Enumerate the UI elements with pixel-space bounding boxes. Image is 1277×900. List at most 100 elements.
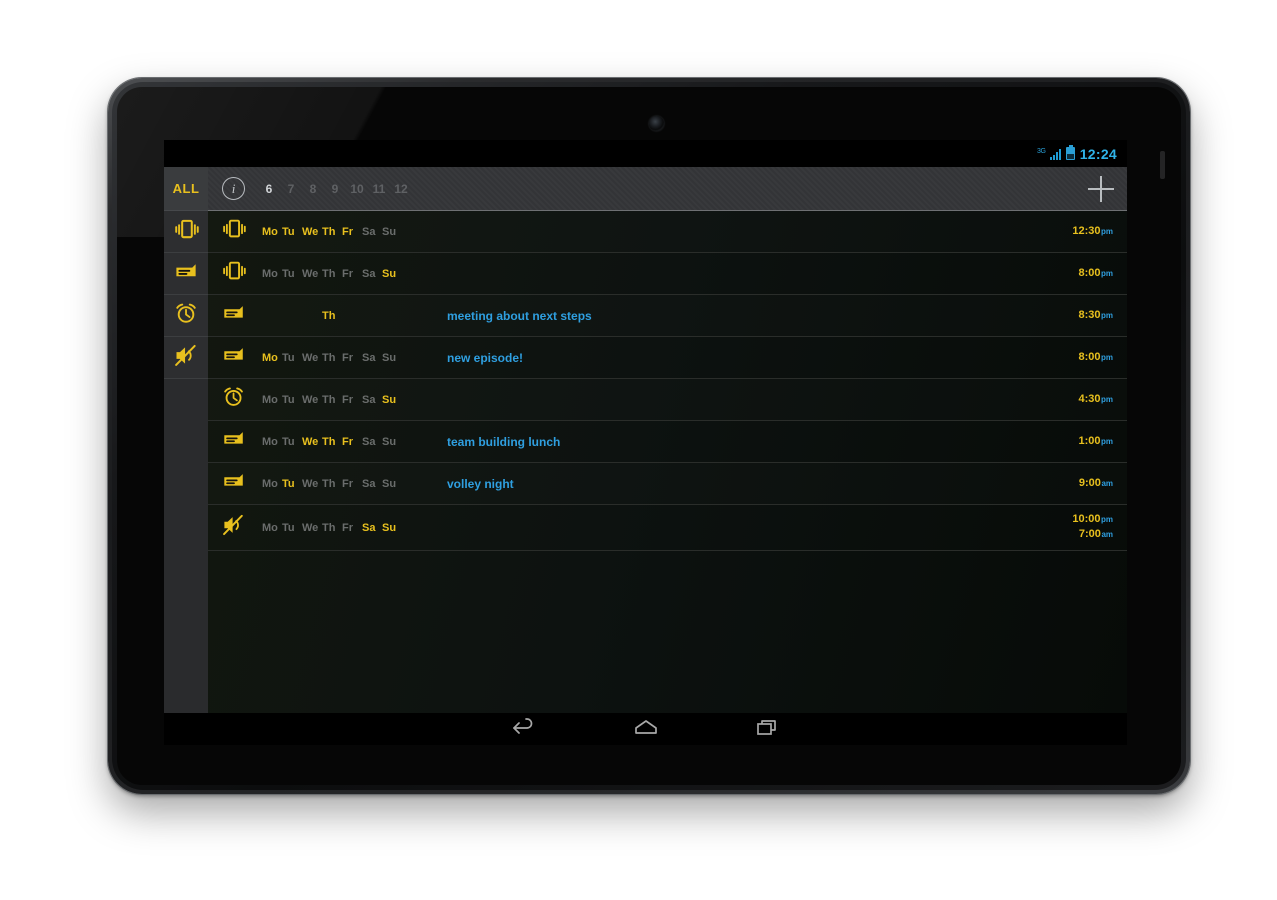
time-meridiem: pm bbox=[1101, 268, 1113, 278]
schedule-row[interactable]: Mo Tu We Th Fr Sa Su volley night 9:00am bbox=[208, 463, 1127, 505]
schedule-row[interactable]: Mo Tu We Th Fr Sa Su 4:30pm bbox=[208, 379, 1127, 421]
day-selector[interactable]: MoTuWeThFrSaSu bbox=[262, 394, 447, 406]
time-value: 1:00 bbox=[1078, 434, 1101, 447]
day-label[interactable]: Tu bbox=[282, 352, 302, 364]
day-label[interactable]: Su bbox=[382, 268, 402, 280]
day-label[interactable]: Th bbox=[322, 310, 342, 322]
android-nav-bar bbox=[164, 713, 1127, 745]
day-label[interactable]: Sa bbox=[362, 478, 382, 490]
day-label[interactable]: Mo bbox=[262, 352, 282, 364]
back-arrow-icon[interactable] bbox=[511, 717, 537, 742]
recents-icon[interactable] bbox=[755, 717, 781, 742]
day-label[interactable]: Sa bbox=[362, 436, 382, 448]
day-label[interactable]: Tu bbox=[282, 394, 302, 406]
day-label[interactable]: We bbox=[302, 436, 322, 448]
day-label[interactable]: Mo bbox=[262, 522, 282, 534]
day-label[interactable]: Fr bbox=[342, 478, 362, 490]
day-label[interactable]: Sa bbox=[362, 226, 382, 238]
filter-mute[interactable] bbox=[164, 337, 208, 379]
day-label[interactable]: Su bbox=[382, 436, 402, 448]
day-label[interactable]: Su bbox=[382, 226, 402, 238]
row-type-icon bbox=[222, 259, 256, 288]
day-label[interactable]: Fr bbox=[342, 436, 362, 448]
row-time-group: 8:30pm bbox=[1078, 309, 1113, 323]
day-label[interactable]: Th bbox=[322, 436, 342, 448]
day-label[interactable]: Sa bbox=[362, 394, 382, 406]
day-label[interactable]: Th bbox=[322, 394, 342, 406]
day-label[interactable]: Th bbox=[322, 522, 342, 534]
day-label[interactable]: Mo bbox=[262, 436, 282, 448]
day-label[interactable]: Tu bbox=[282, 478, 302, 490]
day-label[interactable]: Th bbox=[322, 478, 342, 490]
signal-bars-icon bbox=[1049, 148, 1061, 160]
day-label[interactable]: Fr bbox=[342, 394, 362, 406]
day-label[interactable]: Tu bbox=[282, 226, 302, 238]
day-label[interactable]: We bbox=[302, 226, 322, 238]
day-label[interactable]: Mo bbox=[262, 394, 282, 406]
row-type-icon bbox=[222, 427, 256, 456]
hour-tick[interactable]: 8 bbox=[302, 182, 324, 196]
day-label[interactable]: We bbox=[302, 394, 322, 406]
hour-tick[interactable]: 12 bbox=[390, 182, 412, 196]
day-label[interactable]: Su bbox=[382, 478, 402, 490]
day-label[interactable]: Mo bbox=[262, 478, 282, 490]
day-label[interactable]: We bbox=[302, 478, 322, 490]
add-button[interactable] bbox=[1088, 175, 1114, 202]
day-label[interactable]: Mo bbox=[262, 268, 282, 280]
hour-tick[interactable]: 6 bbox=[258, 182, 280, 196]
row-time-group: 12:30pm bbox=[1072, 225, 1113, 239]
day-label[interactable]: Th bbox=[322, 268, 342, 280]
day-label[interactable]: Th bbox=[322, 226, 342, 238]
schedule-row[interactable]: MoTuWeThFrSaSumeeting about next steps 8:… bbox=[208, 295, 1127, 337]
schedule-row[interactable]: Mo Tu We Th Fr Sa Su team building lunch 1:00pm bbox=[208, 421, 1127, 463]
time-meridiem: pm bbox=[1101, 436, 1113, 446]
day-label[interactable]: Sa bbox=[362, 352, 382, 364]
sidebar-filter-list bbox=[164, 211, 208, 379]
day-label[interactable]: Su bbox=[382, 394, 402, 406]
day-label[interactable]: Mo bbox=[262, 226, 282, 238]
day-label[interactable]: Sa bbox=[362, 268, 382, 280]
status-clock: 12:24 bbox=[1079, 145, 1117, 162]
schedule-row[interactable]: Mo Tu We Th Fr Sa Su 10:00pm 7:00am bbox=[208, 505, 1127, 551]
day-selector[interactable]: MoTuWeThFrSaSu bbox=[262, 352, 447, 364]
day-label[interactable]: Th bbox=[322, 352, 342, 364]
day-selector[interactable]: MoTuWeThFrSaSu bbox=[262, 226, 447, 238]
hour-tick[interactable]: 10 bbox=[346, 182, 368, 196]
day-label[interactable]: Fr bbox=[342, 268, 362, 280]
schedule-row[interactable]: Mo Tu We Th Fr Sa Su new episode! 8:00pm bbox=[208, 337, 1127, 379]
day-label[interactable]: Fr bbox=[342, 352, 362, 364]
hour-tick[interactable]: 7 bbox=[280, 182, 302, 196]
day-selector[interactable]: MoTuWeThFrSaSu bbox=[262, 268, 447, 280]
filter-alarm[interactable] bbox=[164, 295, 208, 337]
sidebar-filler bbox=[164, 379, 208, 713]
day-selector[interactable]: MoTuWeThFrSaSu bbox=[262, 436, 447, 448]
day-label[interactable]: Sa bbox=[362, 522, 382, 534]
filter-all-button[interactable]: ALL bbox=[164, 167, 208, 211]
row-title: new episode! bbox=[447, 350, 524, 365]
day-label[interactable]: Fr bbox=[342, 522, 362, 534]
hour-tick[interactable]: 11 bbox=[368, 182, 390, 196]
day-selector[interactable]: MoTuWeThFrSaSu bbox=[262, 310, 447, 322]
hour-tick[interactable]: 9 bbox=[324, 182, 346, 196]
row-time-group: 4:30pm bbox=[1078, 393, 1113, 407]
schedule-row[interactable]: Mo Tu We Th Fr Sa Su 12:30pm bbox=[208, 211, 1127, 253]
day-label[interactable]: We bbox=[302, 268, 322, 280]
row-type-icon bbox=[222, 301, 256, 330]
day-label[interactable]: Tu bbox=[282, 522, 302, 534]
info-icon[interactable]: i bbox=[222, 177, 245, 200]
time-value: 10:00 bbox=[1072, 513, 1101, 526]
day-label[interactable]: Fr bbox=[342, 226, 362, 238]
filter-note[interactable] bbox=[164, 253, 208, 295]
filter-vibrate[interactable] bbox=[164, 211, 208, 253]
day-label[interactable]: We bbox=[302, 522, 322, 534]
day-label[interactable]: Tu bbox=[282, 436, 302, 448]
day-label[interactable]: We bbox=[302, 352, 322, 364]
day-selector[interactable]: MoTuWeThFrSaSu bbox=[262, 522, 447, 534]
main-panel: i 6 7 8 9 10 11 12 Mo Tu We Th Fr Sa Su 12:30pm Mo Tu We… bbox=[208, 167, 1127, 713]
day-selector[interactable]: MoTuWeThFrSaSu bbox=[262, 478, 447, 490]
schedule-row[interactable]: Mo Tu We Th Fr Sa Su 8:00pm bbox=[208, 253, 1127, 295]
home-icon[interactable] bbox=[632, 717, 660, 742]
day-label[interactable]: Tu bbox=[282, 268, 302, 280]
day-label[interactable]: Su bbox=[382, 522, 402, 534]
day-label[interactable]: Su bbox=[382, 352, 402, 364]
